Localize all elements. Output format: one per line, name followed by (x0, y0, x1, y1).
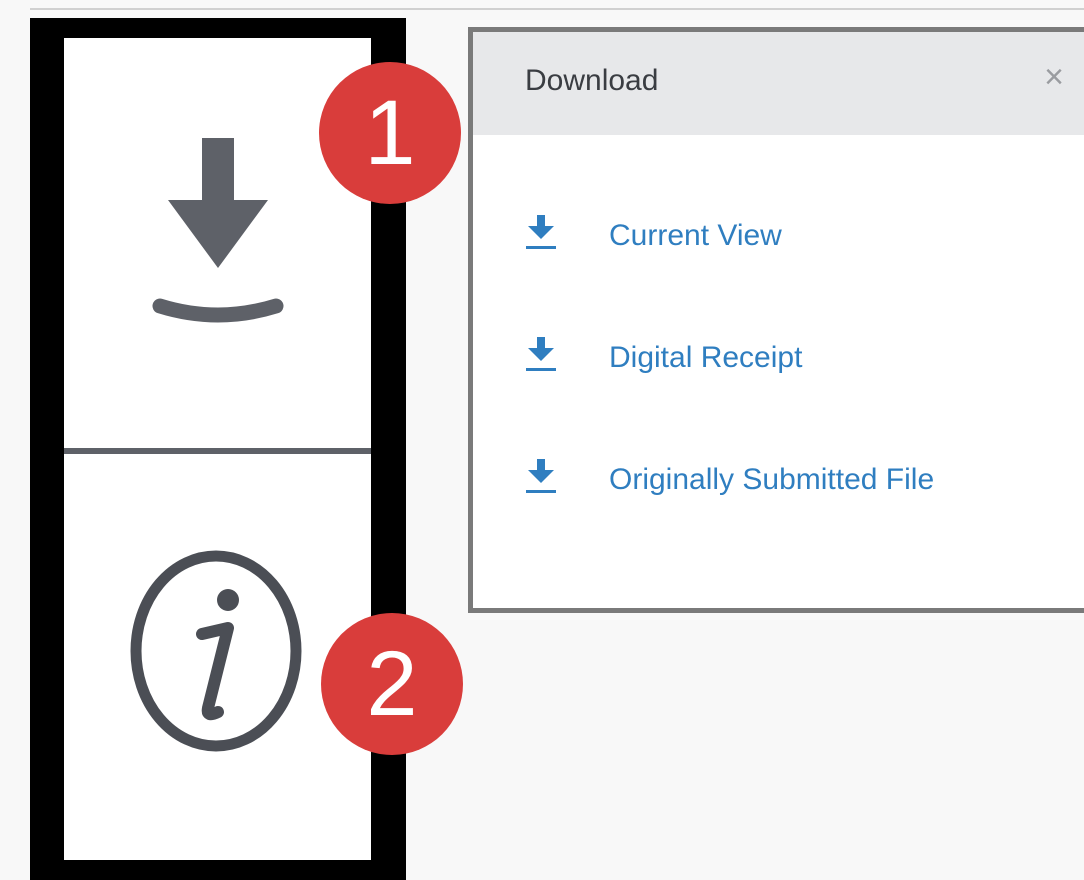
download-icon (525, 459, 557, 495)
panel-title: Download (525, 64, 659, 97)
download-icon (152, 138, 284, 323)
top-divider (30, 8, 1084, 10)
option-label: Digital Receipt (609, 341, 803, 374)
download-tool-button[interactable] (64, 38, 371, 448)
option-label: Originally Submitted File (609, 463, 935, 496)
close-icon[interactable]: × (1044, 58, 1064, 97)
info-icon (130, 550, 302, 752)
download-icon (525, 337, 557, 373)
option-label: Current View (609, 219, 782, 252)
download-icon (525, 215, 557, 251)
panel-header: Download × (473, 32, 1084, 135)
download-panel: Download × Current View Digital Receipt (468, 27, 1084, 613)
step-badge-1: 1 (319, 62, 461, 204)
info-tool-button[interactable] (64, 448, 371, 860)
step-badge-2: 2 (321, 613, 463, 755)
